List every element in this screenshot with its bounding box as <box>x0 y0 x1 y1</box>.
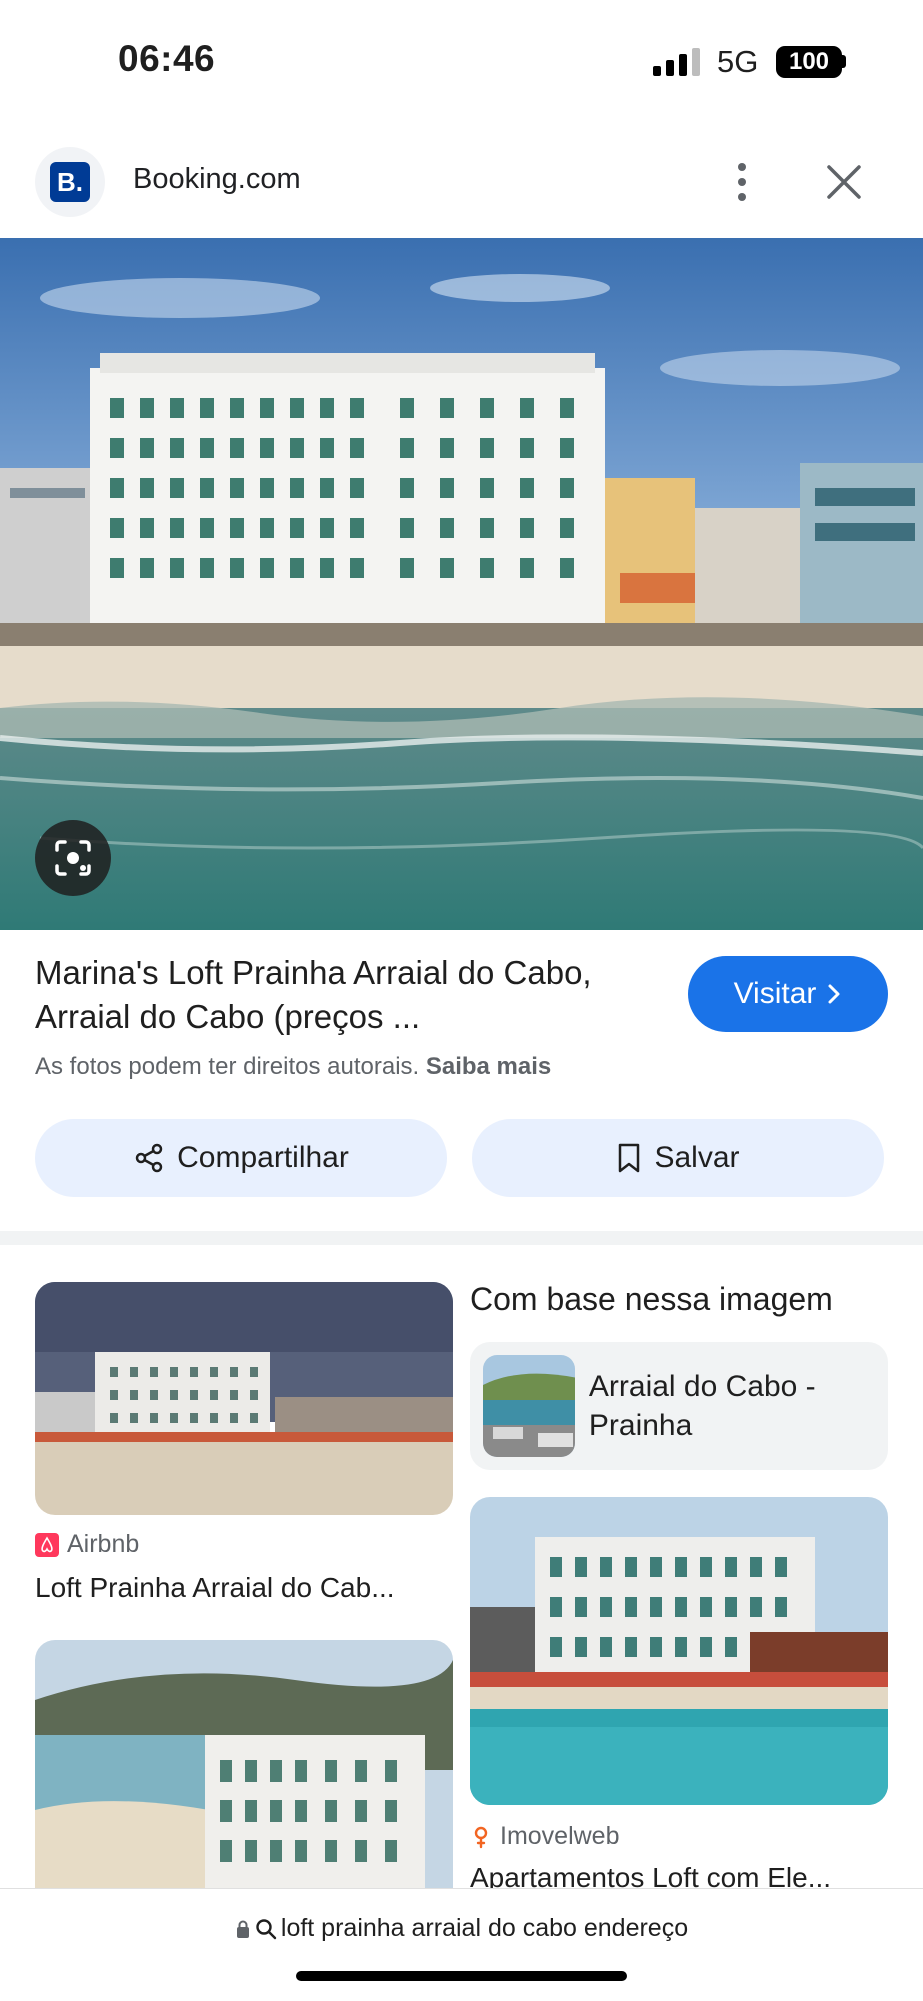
status-time: 06:46 <box>118 38 216 79</box>
hero-image[interactable] <box>0 238 923 930</box>
search-icon <box>256 1918 277 1939</box>
lock-icon <box>236 1920 249 1938</box>
result-source[interactable]: Airbnb <box>35 1530 139 1559</box>
result-photo-1 <box>35 1282 453 1515</box>
share-button[interactable]: Compartilhar <box>35 1119 447 1197</box>
result-image[interactable] <box>470 1497 888 1805</box>
result-title[interactable]: Loft Prainha Arraial do Cab... <box>35 1572 453 1604</box>
bookmark-icon <box>619 1143 640 1173</box>
imovelweb-icon <box>474 1826 488 1848</box>
signal-icon <box>653 48 700 76</box>
share-label: Compartilhar <box>177 1141 349 1174</box>
visit-label: Visitar <box>733 977 817 1010</box>
battery-level: 100 <box>788 48 830 75</box>
result-photo-2 <box>470 1497 888 1805</box>
save-button[interactable]: Salvar <box>472 1119 884 1197</box>
chip-thumbnail <box>483 1355 575 1457</box>
lens-button[interactable] <box>35 820 111 896</box>
copyright-notice: As fotos podem ter direitos autorais. Sa… <box>35 1053 551 1081</box>
result-photo-3 <box>35 1640 453 1888</box>
section-divider <box>0 1231 923 1245</box>
learn-more-link[interactable]: Saiba mais <box>426 1053 551 1080</box>
site-favicon: B. <box>35 147 105 217</box>
home-indicator[interactable] <box>296 1971 627 1981</box>
site-name[interactable]: Booking.com <box>133 163 301 196</box>
source-name: Airbnb <box>67 1530 140 1558</box>
result-image[interactable] <box>35 1282 453 1515</box>
booking-logo: B. <box>50 162 90 202</box>
chip-label: Arraial do Cabo - Prainha <box>588 1370 816 1442</box>
related-heading: Com base nessa imagem <box>470 1281 833 1317</box>
result-image[interactable] <box>35 1640 453 1888</box>
battery-tip <box>842 55 846 68</box>
page-title[interactable]: Marina's Loft Prainha Arraial do Cabo, A… <box>35 951 675 1039</box>
chevron-right-icon <box>828 984 840 1004</box>
result-source[interactable]: Imovelweb <box>470 1822 620 1851</box>
visit-button[interactable]: Visitar <box>688 956 888 1032</box>
save-label: Salvar <box>654 1141 740 1174</box>
search-query: loft prainha arraial do cabo endereço <box>280 1914 689 1942</box>
close-icon[interactable] <box>825 163 863 201</box>
lens-icon <box>55 840 91 876</box>
copyright-text: As fotos podem ter direitos autorais. <box>35 1053 420 1080</box>
share-icon <box>135 1143 163 1173</box>
more-vert-icon[interactable] <box>727 158 757 206</box>
result-title[interactable]: Apartamentos Loft com Ele... <box>470 1862 888 1888</box>
address-bar[interactable]: loft prainha arraial do cabo endereço <box>0 1914 923 1943</box>
chip-photo <box>483 1355 575 1457</box>
network-label: 5G <box>717 44 759 79</box>
source-name: Imovelweb <box>500 1822 620 1850</box>
related-search-chip[interactable]: Arraial do Cabo - Prainha <box>470 1342 888 1470</box>
bottom-address-bar <box>0 1888 923 2001</box>
battery-icon: 100 <box>776 46 842 78</box>
airbnb-icon <box>35 1532 59 1557</box>
hotel-beach-photo <box>0 238 923 930</box>
